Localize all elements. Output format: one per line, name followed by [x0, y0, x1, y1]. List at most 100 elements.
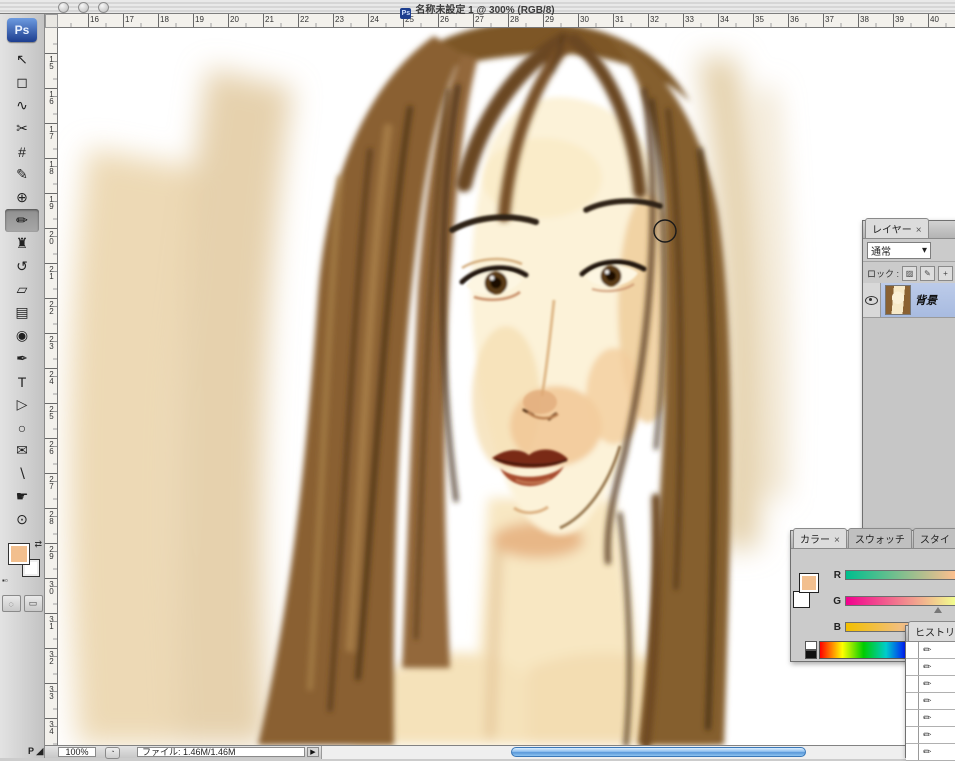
foreground-color-swatch[interactable] [799, 573, 819, 593]
ramp-black-swatch[interactable] [805, 650, 817, 659]
slider-marker-icon[interactable] [934, 607, 943, 613]
blend-mode-select[interactable]: 通常 ▾ [867, 241, 931, 259]
lasso-tool[interactable]: ∿ [5, 94, 39, 117]
brush-icon: ✏ [923, 712, 932, 724]
history-state-row[interactable]: ✏ [906, 710, 955, 727]
marquee-tool[interactable]: ◻ [5, 71, 39, 94]
history-source-checkbox[interactable] [906, 727, 919, 743]
tab-color[interactable]: カラー × [793, 528, 847, 548]
status-menu-arrow[interactable]: ▶ [307, 747, 319, 757]
path-selection-tool[interactable]: ▷ [5, 393, 39, 416]
ruler-number: 24 [47, 370, 56, 384]
brush-icon: ✏ [923, 729, 932, 741]
notes-tool[interactable]: ✉ [5, 439, 39, 462]
crop-tool[interactable]: # [5, 140, 39, 163]
history-source-checkbox[interactable] [906, 659, 919, 675]
tab-close-icon[interactable]: × [916, 225, 922, 236]
lock-label: ロック : [867, 268, 900, 279]
brush-icon: ✏ [923, 661, 932, 673]
layer-thumbnail[interactable] [885, 285, 911, 315]
ruler-number: 23 [47, 335, 56, 349]
zoom-tool[interactable]: ⊙ [5, 508, 39, 531]
channel-slider[interactable] [845, 570, 955, 580]
history-source-checkbox[interactable] [906, 676, 919, 692]
brush-icon: ✏ [923, 695, 932, 707]
ruler-number: 31 [47, 615, 56, 629]
lock-pixels-icon[interactable]: ✎ [920, 265, 936, 281]
default-colors-icon[interactable]: ▪▫ [2, 576, 8, 585]
blend-mode-value: 通常 [871, 246, 891, 258]
blur-tool[interactable]: ◉ [5, 324, 39, 347]
ellipse-tool[interactable]: ○ [5, 416, 39, 439]
photoshop-logo: Ps [7, 18, 37, 42]
history-state-row[interactable]: ✏ [906, 744, 955, 761]
slice-tool[interactable]: ✂ [5, 117, 39, 140]
zoom-level-field[interactable]: 100% [58, 747, 96, 757]
layer-name[interactable]: 背景 [915, 292, 937, 308]
channel-label: B [833, 621, 841, 633]
lock-position-icon[interactable]: + [938, 265, 954, 281]
color-tabstrip: カラー × スウォッチ スタイ [791, 528, 955, 549]
quick-mask-button[interactable]: ◌ [1, 595, 21, 612]
eye-icon [865, 295, 878, 305]
healing-brush-tool[interactable]: ⊕ [5, 186, 39, 209]
swap-colors-icon[interactable]: ⇄ [34, 539, 42, 550]
background-color-swatch[interactable] [793, 591, 810, 608]
foreground-color-swatch[interactable] [8, 543, 30, 565]
eyedropper-tool[interactable]: ∖ [5, 462, 39, 485]
channel-label: G [833, 595, 841, 607]
horizontal-scrollbar-thumb[interactable] [511, 747, 806, 757]
photoshop-doc-icon: Ps [400, 8, 412, 19]
ruler-vertical: 15 16 17 18 19 20 21 22 23 24 25 26 27 28 29 30 31 32 33 34 [45, 28, 58, 745]
history-state-row[interactable]: ✏ [906, 642, 955, 659]
history-brush-tool[interactable]: ↺ [5, 255, 39, 278]
status-bar: 100% ◔ ファイル: 1.46M/1.46M ▶ [45, 745, 955, 759]
tab-history[interactable]: ヒストリ [908, 621, 955, 641]
channel-row-r: R [831, 565, 955, 585]
brush-tool[interactable]: ✏ [5, 209, 39, 232]
screen-mode-button[interactable]: ▭ [23, 595, 43, 612]
chevron-down-icon: ▾ [921, 244, 927, 256]
clone-stamp-tool[interactable]: ♜ [5, 232, 39, 255]
history-source-checkbox[interactable] [906, 693, 919, 709]
ruler-number: 34 [47, 720, 56, 734]
gradient-tool[interactable]: ▤ [5, 301, 39, 324]
tab-styles[interactable]: スタイ [912, 528, 955, 548]
ruler-number: 32 [47, 650, 56, 664]
move-tool[interactable]: ↖ [5, 48, 39, 71]
type-tool[interactable]: T [5, 370, 39, 393]
hand-tool[interactable]: ☛ [5, 485, 39, 508]
document-title: 名称未設定 1 @ 300% (RGB/8) [415, 5, 555, 16]
tab-layers[interactable]: レイヤー × [865, 218, 929, 238]
history-state-row[interactable]: ✏ [906, 693, 955, 710]
layer-visibility-toggle[interactable] [863, 283, 881, 317]
channel-label: R [833, 569, 841, 581]
lock-icons: ▨ ✎ + [902, 265, 954, 281]
window-titlebar: Ps 名称未設定 1 @ 300% (RGB/8) [0, 0, 955, 19]
horizontal-scrollbar-track[interactable] [321, 746, 955, 759]
toolbox-palette: Ps ↖ ◻ ∿ ✂ # ✎ ⊕ ✏ ♜ ↺ ▱ ▤ ◉ ✒ T ▷ ○ ✉ ∖ ☛ ⊙ ▪▫ ⇄ ◌ ▭ P ◢ [0, 14, 45, 758]
tab-swatches[interactable]: スウォッチ [847, 528, 912, 548]
history-state-row[interactable]: ✏ [906, 727, 955, 744]
history-state-row[interactable]: ✏ [906, 659, 955, 676]
history-source-checkbox[interactable] [906, 642, 919, 658]
file-size-field: ファイル: 1.46M/1.46M [137, 747, 305, 757]
ruler-number: 19 [47, 195, 56, 209]
lock-transparency-icon[interactable]: ▨ [902, 265, 918, 281]
eraser-tool[interactable]: ▱ [5, 278, 39, 301]
layer-row[interactable]: 背景 [863, 283, 955, 318]
layers-panel: レイヤー × 通常 ▾ ロック : ▨ ✎ + 背景 [862, 218, 955, 532]
ramp-white-swatch[interactable] [805, 641, 817, 650]
history-source-checkbox[interactable] [906, 710, 919, 726]
channel-slider[interactable] [845, 596, 955, 613]
ruler-number: 18 [47, 160, 56, 174]
status-icon[interactable]: ◔ [105, 747, 120, 759]
ruler-number: 21 [47, 265, 56, 279]
toolbox-resize-grip: P ◢ [28, 746, 44, 756]
history-state-row[interactable]: ✏ [906, 676, 955, 693]
pen-tool[interactable]: ✒ [5, 347, 39, 370]
tab-close-icon[interactable]: × [834, 535, 840, 546]
ruler-number: 25 [47, 405, 56, 419]
lock-row: ロック : ▨ ✎ + [863, 262, 955, 285]
pencil-tool[interactable]: ✎ [5, 163, 39, 186]
